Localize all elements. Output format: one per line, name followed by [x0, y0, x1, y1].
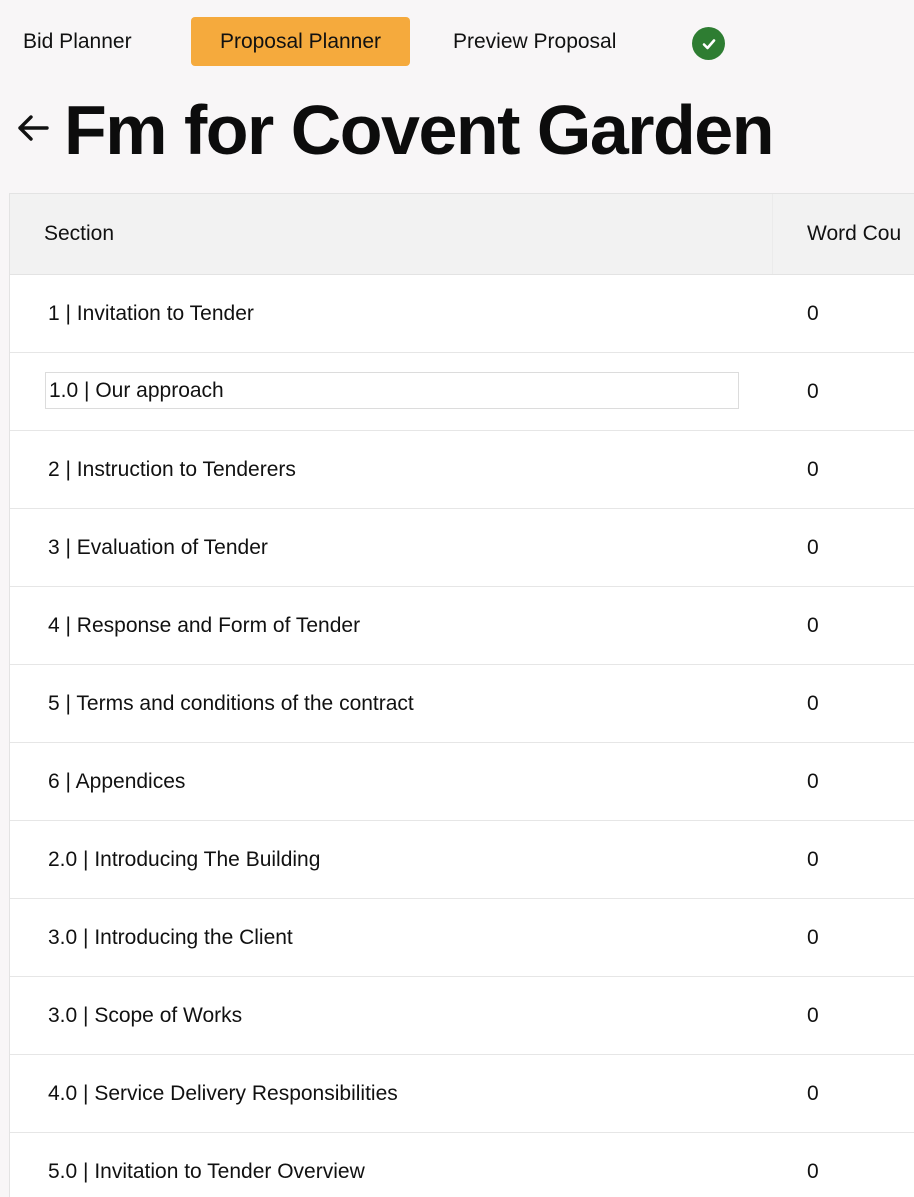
word-count-value: 0	[807, 691, 819, 715]
word-count-value: 0	[807, 847, 819, 871]
page-title: Fm for Covent Garden	[64, 91, 774, 169]
column-header-section[interactable]: Section	[44, 194, 114, 274]
section-name: 3.0 | Scope of Works	[48, 1003, 243, 1027]
table-row[interactable]: 3.0 | Introducing the Client 0	[10, 899, 914, 977]
check-circle-icon	[692, 27, 725, 60]
table-row[interactable]: 6 | Appendices 0	[10, 743, 914, 821]
table-header: Section Word Cou	[10, 194, 914, 275]
word-count-value: 0	[807, 1003, 819, 1027]
table-row[interactable]: 4.0 | Service Delivery Responsibilities 0	[10, 1055, 914, 1133]
section-name: 3.0 | Introducing the Client	[48, 925, 293, 949]
word-count-value: 0	[807, 457, 819, 481]
word-count-value: 0	[807, 1081, 819, 1105]
table-row[interactable]: 2 | Instruction to Tenderers 0	[10, 431, 914, 509]
section-name: 2 | Instruction to Tenderers	[48, 457, 296, 481]
tab-bid-planner[interactable]: Bid Planner	[23, 17, 132, 66]
table-row[interactable]: 2.0 | Introducing The Building 0	[10, 821, 914, 899]
section-name: 5 | Terms and conditions of the contract	[48, 691, 414, 715]
top-navigation: Bid Planner Proposal Planner Preview Pro…	[0, 0, 914, 84]
section-name: 4.0 | Service Delivery Responsibilities	[48, 1081, 398, 1105]
section-name: 2.0 | Introducing The Building	[48, 847, 321, 871]
table-row[interactable]: 3 | Evaluation of Tender 0	[10, 509, 914, 587]
column-divider	[772, 194, 773, 274]
section-name: 3 | Evaluation of Tender	[48, 535, 268, 559]
word-count-value: 0	[807, 769, 819, 793]
word-count-value: 0	[807, 925, 819, 949]
table-row[interactable]: 4 | Response and Form of Tender 0	[10, 587, 914, 665]
word-count-value: 0	[807, 613, 819, 637]
table-body: 1 | Invitation to Tender 0 1.0 | Our appro…	[10, 275, 914, 1197]
tab-preview-proposal[interactable]: Preview Proposal	[453, 17, 616, 66]
section-name: 6 | Appendices	[48, 769, 186, 793]
word-count-value: 0	[807, 379, 819, 403]
word-count-value: 0	[807, 1159, 819, 1183]
sections-table: Section Word Cou 1 | Invitation to Tende…	[9, 193, 914, 1197]
arrow-left-icon[interactable]	[14, 110, 52, 146]
table-row[interactable]: 1 | Invitation to Tender 0	[10, 275, 914, 353]
tab-proposal-planner[interactable]: Proposal Planner	[191, 17, 410, 66]
section-name: 4 | Response and Form of Tender	[48, 613, 361, 637]
column-header-word-count[interactable]: Word Cou	[807, 194, 901, 274]
table-row[interactable]: 1.0 | Our approach 0	[10, 353, 914, 431]
word-count-value: 0	[807, 535, 819, 559]
table-row[interactable]: 5 | Terms and conditions of the contract…	[10, 665, 914, 743]
section-name: 5.0 | Invitation to Tender Overview	[48, 1159, 365, 1183]
section-name-input[interactable]: 1.0 | Our approach	[45, 372, 739, 409]
word-count-value: 0	[807, 301, 819, 325]
table-row[interactable]: 3.0 | Scope of Works 0	[10, 977, 914, 1055]
section-name: 1 | Invitation to Tender	[48, 301, 254, 325]
title-row: Fm for Covent Garden	[0, 84, 914, 192]
table-row[interactable]: 5.0 | Invitation to Tender Overview 0	[10, 1133, 914, 1197]
